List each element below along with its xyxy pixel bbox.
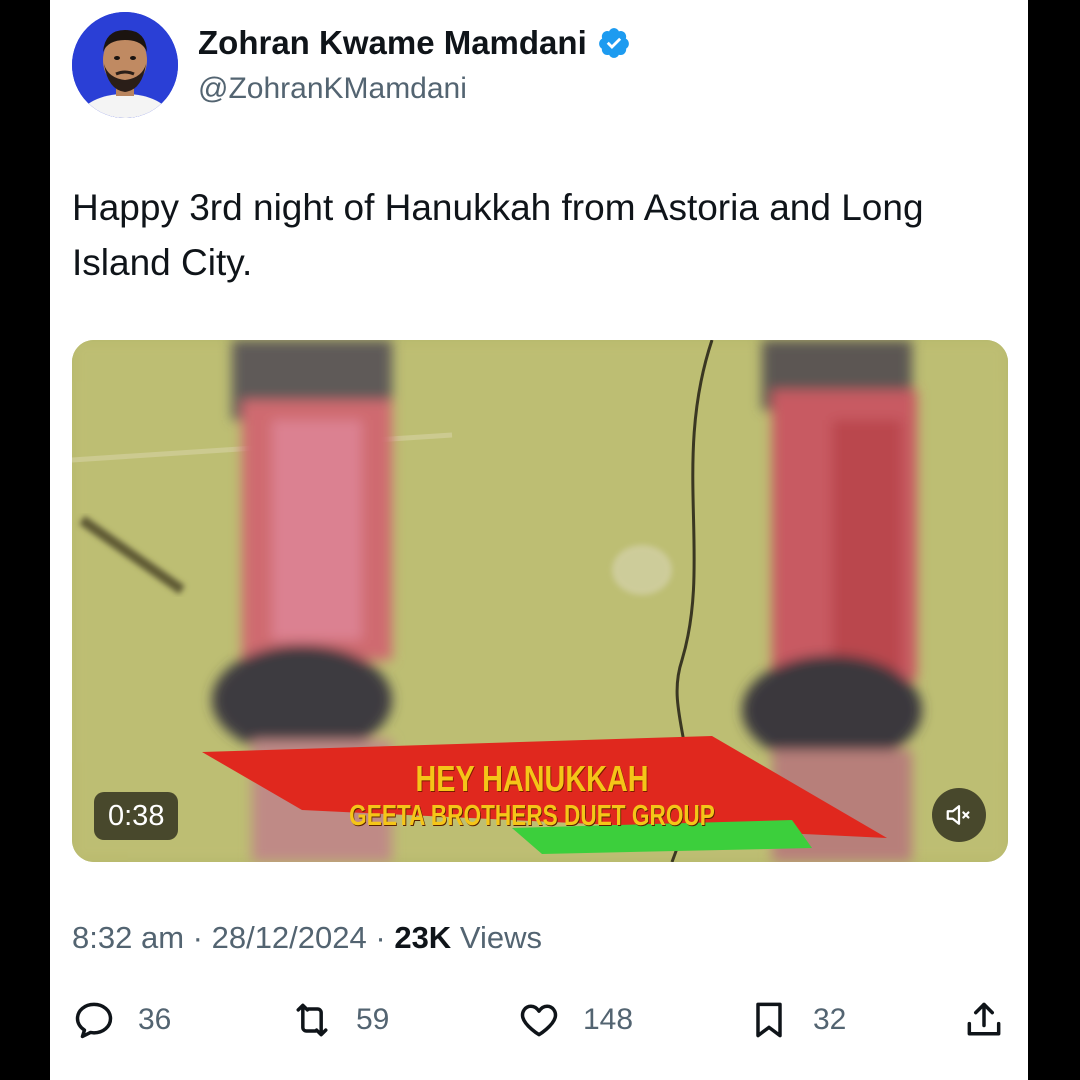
speaker-muted-icon bbox=[946, 805, 970, 825]
mute-button[interactable] bbox=[932, 788, 986, 842]
reply-icon bbox=[75, 1002, 113, 1039]
tweet-time[interactable]: 8:32 am bbox=[72, 920, 184, 955]
video-overlay-subtitle: GEETA BROTHERS DUET GROUP bbox=[349, 800, 715, 832]
like-count: 148 bbox=[583, 1003, 634, 1036]
views-label: Views bbox=[459, 920, 542, 955]
author-handle[interactable]: @ZohranKMamdani bbox=[198, 72, 467, 106]
share-icon bbox=[967, 1002, 1001, 1036]
meta-separator: · bbox=[375, 920, 386, 955]
author-name-row[interactable]: Zohran Kwame Mamdani bbox=[198, 24, 631, 62]
bookmark-icon bbox=[756, 1002, 782, 1038]
author-name[interactable]: Zohran Kwame Mamdani bbox=[198, 24, 587, 62]
video-overlay-title: HEY HANUKKAH bbox=[415, 758, 649, 799]
repost-button[interactable]: 59 bbox=[290, 995, 389, 1045]
meta-separator: · bbox=[192, 920, 203, 955]
tweet-meta: 8:32 am · 28/12/2024 · 23K Views bbox=[72, 920, 542, 956]
tweet-text: Happy 3rd night of Hanukkah from Astoria… bbox=[72, 187, 924, 283]
repost-count: 59 bbox=[356, 1003, 390, 1036]
repost-icon bbox=[296, 1003, 328, 1037]
share-button[interactable] bbox=[962, 995, 1006, 1045]
avatar-image bbox=[72, 12, 178, 118]
video-duration-badge: 0:38 bbox=[94, 792, 179, 840]
like-button[interactable]: 148 bbox=[517, 995, 633, 1045]
bookmark-count: 32 bbox=[813, 1003, 847, 1036]
verified-badge-icon bbox=[598, 28, 629, 58]
tweet-card: Zohran Kwame Mamdani @ZohranKMamdani Hap… bbox=[50, 0, 1028, 1080]
avatar[interactable] bbox=[72, 12, 178, 118]
video-player[interactable]: HEY HANUKKAH GEETA BROTHERS DUET GROUP 0… bbox=[72, 340, 1008, 862]
bookmark-button[interactable]: 32 bbox=[747, 995, 846, 1045]
tweet-date[interactable]: 28/12/2024 bbox=[212, 920, 367, 955]
views-count: 23K bbox=[394, 920, 452, 955]
reply-button[interactable]: 36 bbox=[72, 995, 171, 1045]
reply-count: 36 bbox=[138, 1003, 172, 1036]
action-bar: 36 59 148 32 bbox=[72, 995, 1008, 1045]
like-icon bbox=[520, 1004, 558, 1037]
